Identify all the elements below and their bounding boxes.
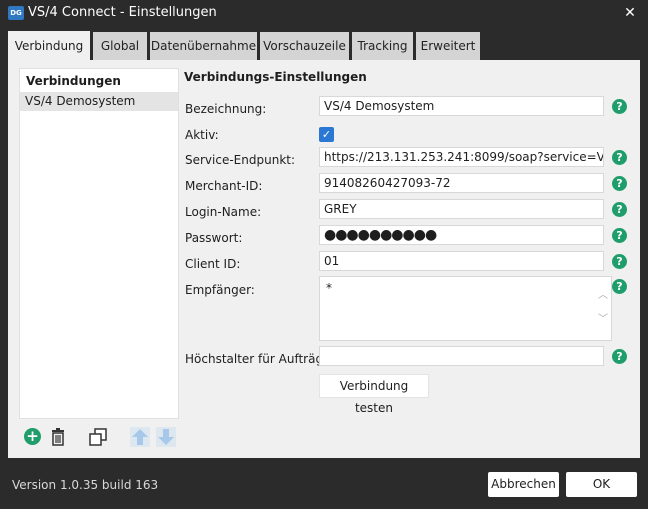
tab-erweitert[interactable]: Erweitert (416, 32, 480, 60)
help-icon[interactable]: ? (612, 202, 627, 217)
help-icon[interactable]: ? (612, 279, 627, 294)
help-icon[interactable]: ? (612, 99, 627, 114)
version-label: Version 1.0.35 build 163 (12, 478, 159, 492)
endpunkt-label: Service-Endpunkt: (185, 153, 296, 167)
title-bar: DG VS/4 Connect - Einstellungen ✕ (0, 0, 648, 26)
client-id-field[interactable]: 01 (319, 251, 604, 271)
help-icon[interactable]: ? (612, 349, 627, 364)
app-logo-icon: DG (8, 6, 24, 20)
connections-header: Verbindungen (26, 74, 121, 88)
bezeichnung-label: Bezeichnung: (185, 102, 267, 116)
settings-panel: Verbindungen VS/4 Demosystem + Verbindun… (8, 60, 640, 458)
connections-list: Verbindungen VS/4 Demosystem (19, 68, 179, 419)
aktiv-checkbox[interactable]: ✓ (319, 127, 334, 142)
aktiv-label: Aktiv: (185, 128, 219, 142)
list-item[interactable]: VS/4 Demosystem (20, 92, 178, 111)
empfaenger-value: * (326, 281, 332, 295)
scroll-up-icon[interactable]: ︿ (596, 289, 610, 303)
arrow-up-icon[interactable] (130, 427, 150, 447)
tab-global[interactable]: Global (93, 32, 147, 60)
ok-button[interactable]: OK (566, 472, 637, 497)
help-icon[interactable]: ? (612, 254, 627, 269)
plus-icon[interactable]: + (23, 427, 43, 447)
help-icon[interactable]: ? (612, 228, 627, 243)
tab-verbindung[interactable]: Verbindung (8, 31, 90, 62)
arrow-down-icon[interactable] (156, 427, 176, 447)
client-id-label: Client ID: (185, 257, 241, 271)
empfaenger-textarea[interactable]: * ︿ ﹀ (319, 276, 612, 341)
form-title: Verbindungs-Einstellungen (184, 70, 367, 84)
test-connection-button[interactable]: Verbindung testen (319, 374, 429, 415)
merchant-label: Merchant-ID: (185, 179, 263, 193)
hoechstalter-field[interactable] (319, 346, 604, 366)
endpunkt-field[interactable]: https://213.131.253.241:8099/soap?servic… (319, 147, 604, 167)
bezeichnung-field[interactable]: VS/4 Demosystem (319, 96, 604, 116)
tab-vorschauzeile[interactable]: Vorschauzeile (260, 32, 349, 60)
merchant-field[interactable]: 91408260427093-72 (319, 173, 604, 193)
tab-tracking[interactable]: Tracking (352, 32, 413, 60)
trash-icon[interactable] (48, 427, 68, 447)
cancel-button[interactable]: Abbrechen (488, 472, 559, 497)
login-label: Login-Name: (185, 205, 262, 219)
tab-datenuebernahme[interactable]: Datenübernahme (150, 32, 257, 60)
passwort-label: Passwort: (185, 231, 243, 245)
passwort-field[interactable]: ●●●●●●●●●● (319, 225, 604, 245)
login-field[interactable]: GREY (319, 199, 604, 219)
footer-bar: Version 1.0.35 build 163 Abbrechen OK (0, 458, 648, 509)
hoechstalter-label: Höchstalter für Aufträge: (185, 352, 335, 366)
tab-bar: Verbindung Global Datenübernahme Vorscha… (8, 31, 640, 62)
scroll-down-icon[interactable]: ﹀ (596, 313, 610, 327)
empfaenger-label: Empfänger: (185, 283, 255, 297)
help-icon[interactable]: ? (612, 176, 627, 191)
window-title: VS/4 Connect - Einstellungen (28, 5, 217, 20)
copy-icon[interactable] (88, 427, 108, 447)
help-icon[interactable]: ? (612, 150, 627, 165)
close-icon[interactable]: ✕ (622, 2, 638, 24)
